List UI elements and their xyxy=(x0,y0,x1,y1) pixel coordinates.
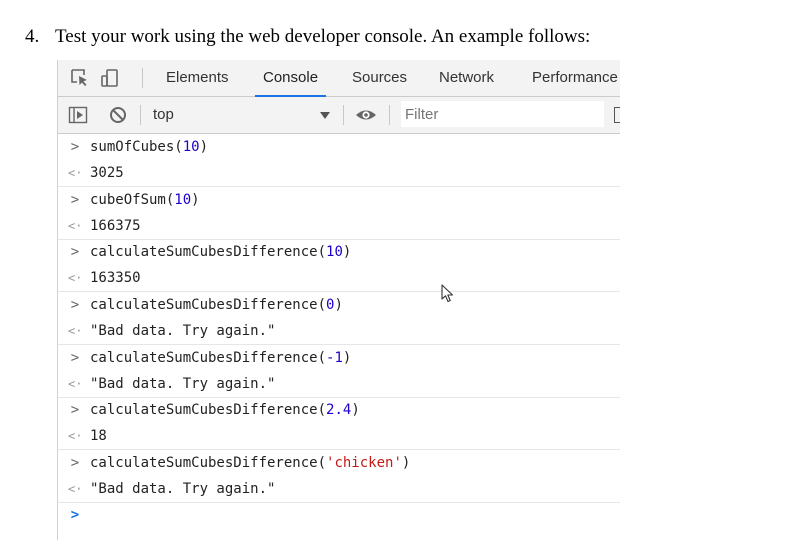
toolbar-separator xyxy=(140,105,141,125)
console-result: 3025 xyxy=(90,165,124,181)
output-return-icon: <· xyxy=(68,166,83,180)
step-number: 4. xyxy=(25,26,40,47)
console-result: "Bad data. Try again." xyxy=(90,481,276,497)
input-prompt-icon: > xyxy=(70,297,80,313)
input-prompt-icon: > xyxy=(70,455,80,471)
output-return-icon: <· xyxy=(68,429,83,443)
console-result: 163350 xyxy=(90,270,141,286)
input-prompt-icon: > xyxy=(70,192,80,208)
console-input-line: > sumOfCubes(10) xyxy=(58,134,620,160)
console-result-line: <· "Bad data. Try again." xyxy=(58,476,620,503)
devtools-tabbar: Elements Console Sources Network Perform… xyxy=(58,60,620,97)
console-result: "Bad data. Try again." xyxy=(90,376,276,392)
device-toolbar-icon[interactable] xyxy=(100,68,120,88)
chevron-down-icon[interactable] xyxy=(320,112,330,119)
toolbar-separator xyxy=(389,105,390,125)
console-input[interactable]: calculateSumCubesDifference(2.4) xyxy=(90,397,360,423)
overflow-icon[interactable] xyxy=(614,107,620,123)
console-output: > sumOfCubes(10) <· 3025 > cubeOfSum(10)… xyxy=(58,134,620,540)
output-return-icon: <· xyxy=(68,219,83,233)
console-input-line: > calculateSumCubesDifference(2.4) xyxy=(58,397,620,423)
devtools-panel: Elements Console Sources Network Perform… xyxy=(57,60,620,540)
console-input[interactable]: calculateSumCubesDifference(0) xyxy=(90,292,343,318)
console-input-line: > calculateSumCubesDifference(10) xyxy=(58,239,620,265)
console-result: 166375 xyxy=(90,218,141,234)
console-input[interactable]: cubeOfSum(10) xyxy=(90,187,200,213)
tab-sources[interactable]: Sources xyxy=(352,60,407,96)
console-result-line: <· "Bad data. Try again." xyxy=(58,318,620,345)
tab-console[interactable]: Console xyxy=(254,60,327,97)
clear-console-icon[interactable] xyxy=(108,105,128,125)
console-result-line: <· 166375 xyxy=(58,213,620,240)
console-input-line: > calculateSumCubesDifference(-1) xyxy=(58,345,620,371)
context-selector[interactable]: top xyxy=(153,97,174,133)
tab-performance[interactable]: Performance xyxy=(532,60,618,96)
console-toolbar: top xyxy=(58,97,620,134)
console-result: 18 xyxy=(90,428,107,444)
console-result-line: <· 3025 xyxy=(58,160,620,187)
console-input[interactable]: calculateSumCubesDifference(-1) xyxy=(90,345,351,371)
console-input-line: > calculateSumCubesDifference(0) xyxy=(58,292,620,318)
toolbar-separator xyxy=(343,105,344,125)
active-prompt-icon: > xyxy=(70,507,80,523)
console-result-line: <· 163350 xyxy=(58,265,620,292)
tab-network[interactable]: Network xyxy=(439,60,494,96)
input-prompt-icon: > xyxy=(70,139,80,155)
filter-input[interactable] xyxy=(401,101,604,127)
instruction-line: 4. Test your work using the web developer… xyxy=(25,26,590,48)
console-result-line: <· 18 xyxy=(58,423,620,450)
console-input[interactable]: sumOfCubes(10) xyxy=(90,134,208,160)
instruction-text: Test your work using the web developer c… xyxy=(55,26,591,47)
console-input-line: > cubeOfSum(10) xyxy=(58,187,620,213)
console-input[interactable]: calculateSumCubesDifference('chicken') xyxy=(90,450,410,476)
live-expression-icon[interactable] xyxy=(355,105,376,125)
output-return-icon: <· xyxy=(68,482,83,496)
console-prompt-line[interactable]: > xyxy=(58,502,620,528)
input-prompt-icon: > xyxy=(70,350,80,366)
output-return-icon: <· xyxy=(68,271,83,285)
output-return-icon: <· xyxy=(68,377,83,391)
output-return-icon: <· xyxy=(68,324,83,338)
console-input-line: > calculateSumCubesDifference('chicken') xyxy=(58,450,620,476)
console-result-line: <· "Bad data. Try again." xyxy=(58,371,620,398)
input-prompt-icon: > xyxy=(70,402,80,418)
inspect-element-icon[interactable] xyxy=(70,68,90,88)
tab-elements[interactable]: Elements xyxy=(166,60,229,96)
console-result: "Bad data. Try again." xyxy=(90,323,276,339)
input-prompt-icon: > xyxy=(70,244,80,260)
mouse-pointer-icon xyxy=(441,284,455,304)
show-sidebar-icon[interactable] xyxy=(68,105,88,125)
console-input[interactable]: calculateSumCubesDifference(10) xyxy=(90,239,351,265)
tabbar-separator xyxy=(142,68,143,88)
